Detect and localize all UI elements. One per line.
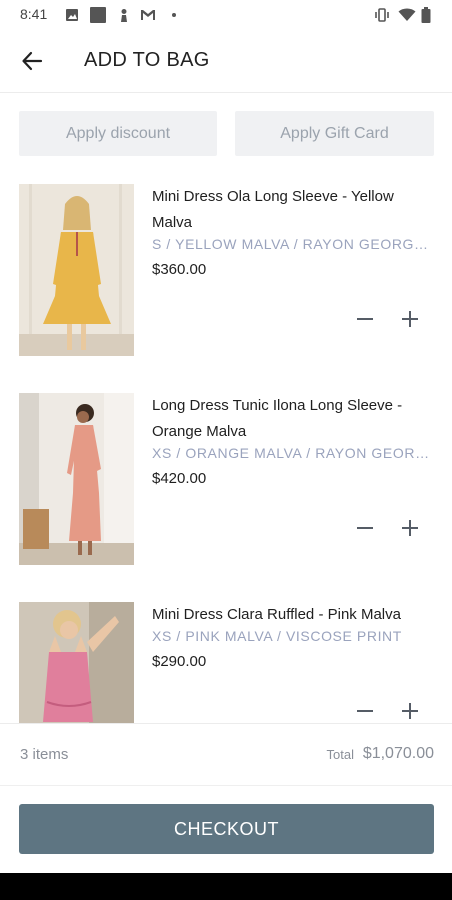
- person-icon: [121, 9, 127, 22]
- minus-icon: [357, 527, 373, 529]
- bag-item-list[interactable]: Mini Dress Ola Long Sleeve - Yellow Malv…: [0, 170, 452, 723]
- product-name[interactable]: Mini Dress Clara Ruffled - Pink Malva: [152, 602, 436, 628]
- system-navigation-bar: [0, 873, 452, 900]
- product-image[interactable]: [19, 184, 134, 356]
- plus-icon: [402, 311, 418, 327]
- apply-discount-button[interactable]: Apply discount: [19, 111, 217, 156]
- back-arrow-icon: [22, 51, 43, 71]
- square-icon: [90, 7, 106, 23]
- item-count: 3 items: [20, 746, 69, 763]
- app-bar: ADD TO BAG: [0, 30, 452, 93]
- product-variant: S / YELLOW MALVA / RAYON GEORGETTE...: [152, 236, 436, 252]
- product-price: $420.00: [152, 470, 207, 487]
- page-title: ADD TO BAG: [84, 49, 210, 71]
- product-image[interactable]: [19, 393, 134, 565]
- minus-icon: [357, 710, 373, 712]
- back-button[interactable]: [14, 43, 50, 79]
- product-price: $360.00: [152, 261, 207, 278]
- decrease-quantity-button[interactable]: [352, 515, 378, 541]
- image-icon: [66, 9, 78, 21]
- increase-quantity-button[interactable]: [397, 698, 423, 723]
- increase-quantity-button[interactable]: [397, 306, 423, 332]
- plus-icon: [402, 703, 418, 719]
- dot-icon: [172, 13, 176, 17]
- product-variant: XS / ORANGE MALVA / RAYON GEORGETT...: [152, 445, 436, 461]
- decrease-quantity-button[interactable]: [352, 306, 378, 332]
- product-variant: XS / PINK MALVA / VISCOSE PRINT: [152, 628, 402, 644]
- battery-icon: [421, 7, 431, 23]
- status-time: 8:41: [20, 6, 48, 22]
- wifi-icon: [398, 8, 416, 21]
- total-value: $1,070.00: [362, 745, 434, 762]
- product-price: $290.00: [152, 653, 207, 670]
- divider: [0, 785, 452, 786]
- total-label: Total: [326, 747, 354, 762]
- list-item: Long Dress Tunic Ilona Long Sleeve - Ora…: [0, 379, 452, 579]
- product-name[interactable]: Mini Dress Ola Long Sleeve - Yellow Malv…: [152, 184, 436, 236]
- status-bar: 8:41: [0, 0, 452, 30]
- decrease-quantity-button[interactable]: [352, 698, 378, 723]
- product-name[interactable]: Long Dress Tunic Ilona Long Sleeve - Ora…: [152, 393, 436, 445]
- gmail-icon: [141, 10, 155, 20]
- increase-quantity-button[interactable]: [397, 515, 423, 541]
- list-item: Mini Dress Clara Ruffled - Pink Malva XS…: [0, 588, 452, 723]
- minus-icon: [357, 318, 373, 320]
- bag-summary: 3 items Total $1,070.00: [0, 723, 452, 786]
- apply-gift-card-button[interactable]: Apply Gift Card: [235, 111, 434, 156]
- checkout-button[interactable]: CHECKOUT: [19, 804, 434, 854]
- plus-icon: [402, 520, 418, 536]
- vibrate-icon: [375, 8, 389, 22]
- product-image[interactable]: [19, 602, 134, 723]
- list-item: Mini Dress Ola Long Sleeve - Yellow Malv…: [0, 170, 452, 370]
